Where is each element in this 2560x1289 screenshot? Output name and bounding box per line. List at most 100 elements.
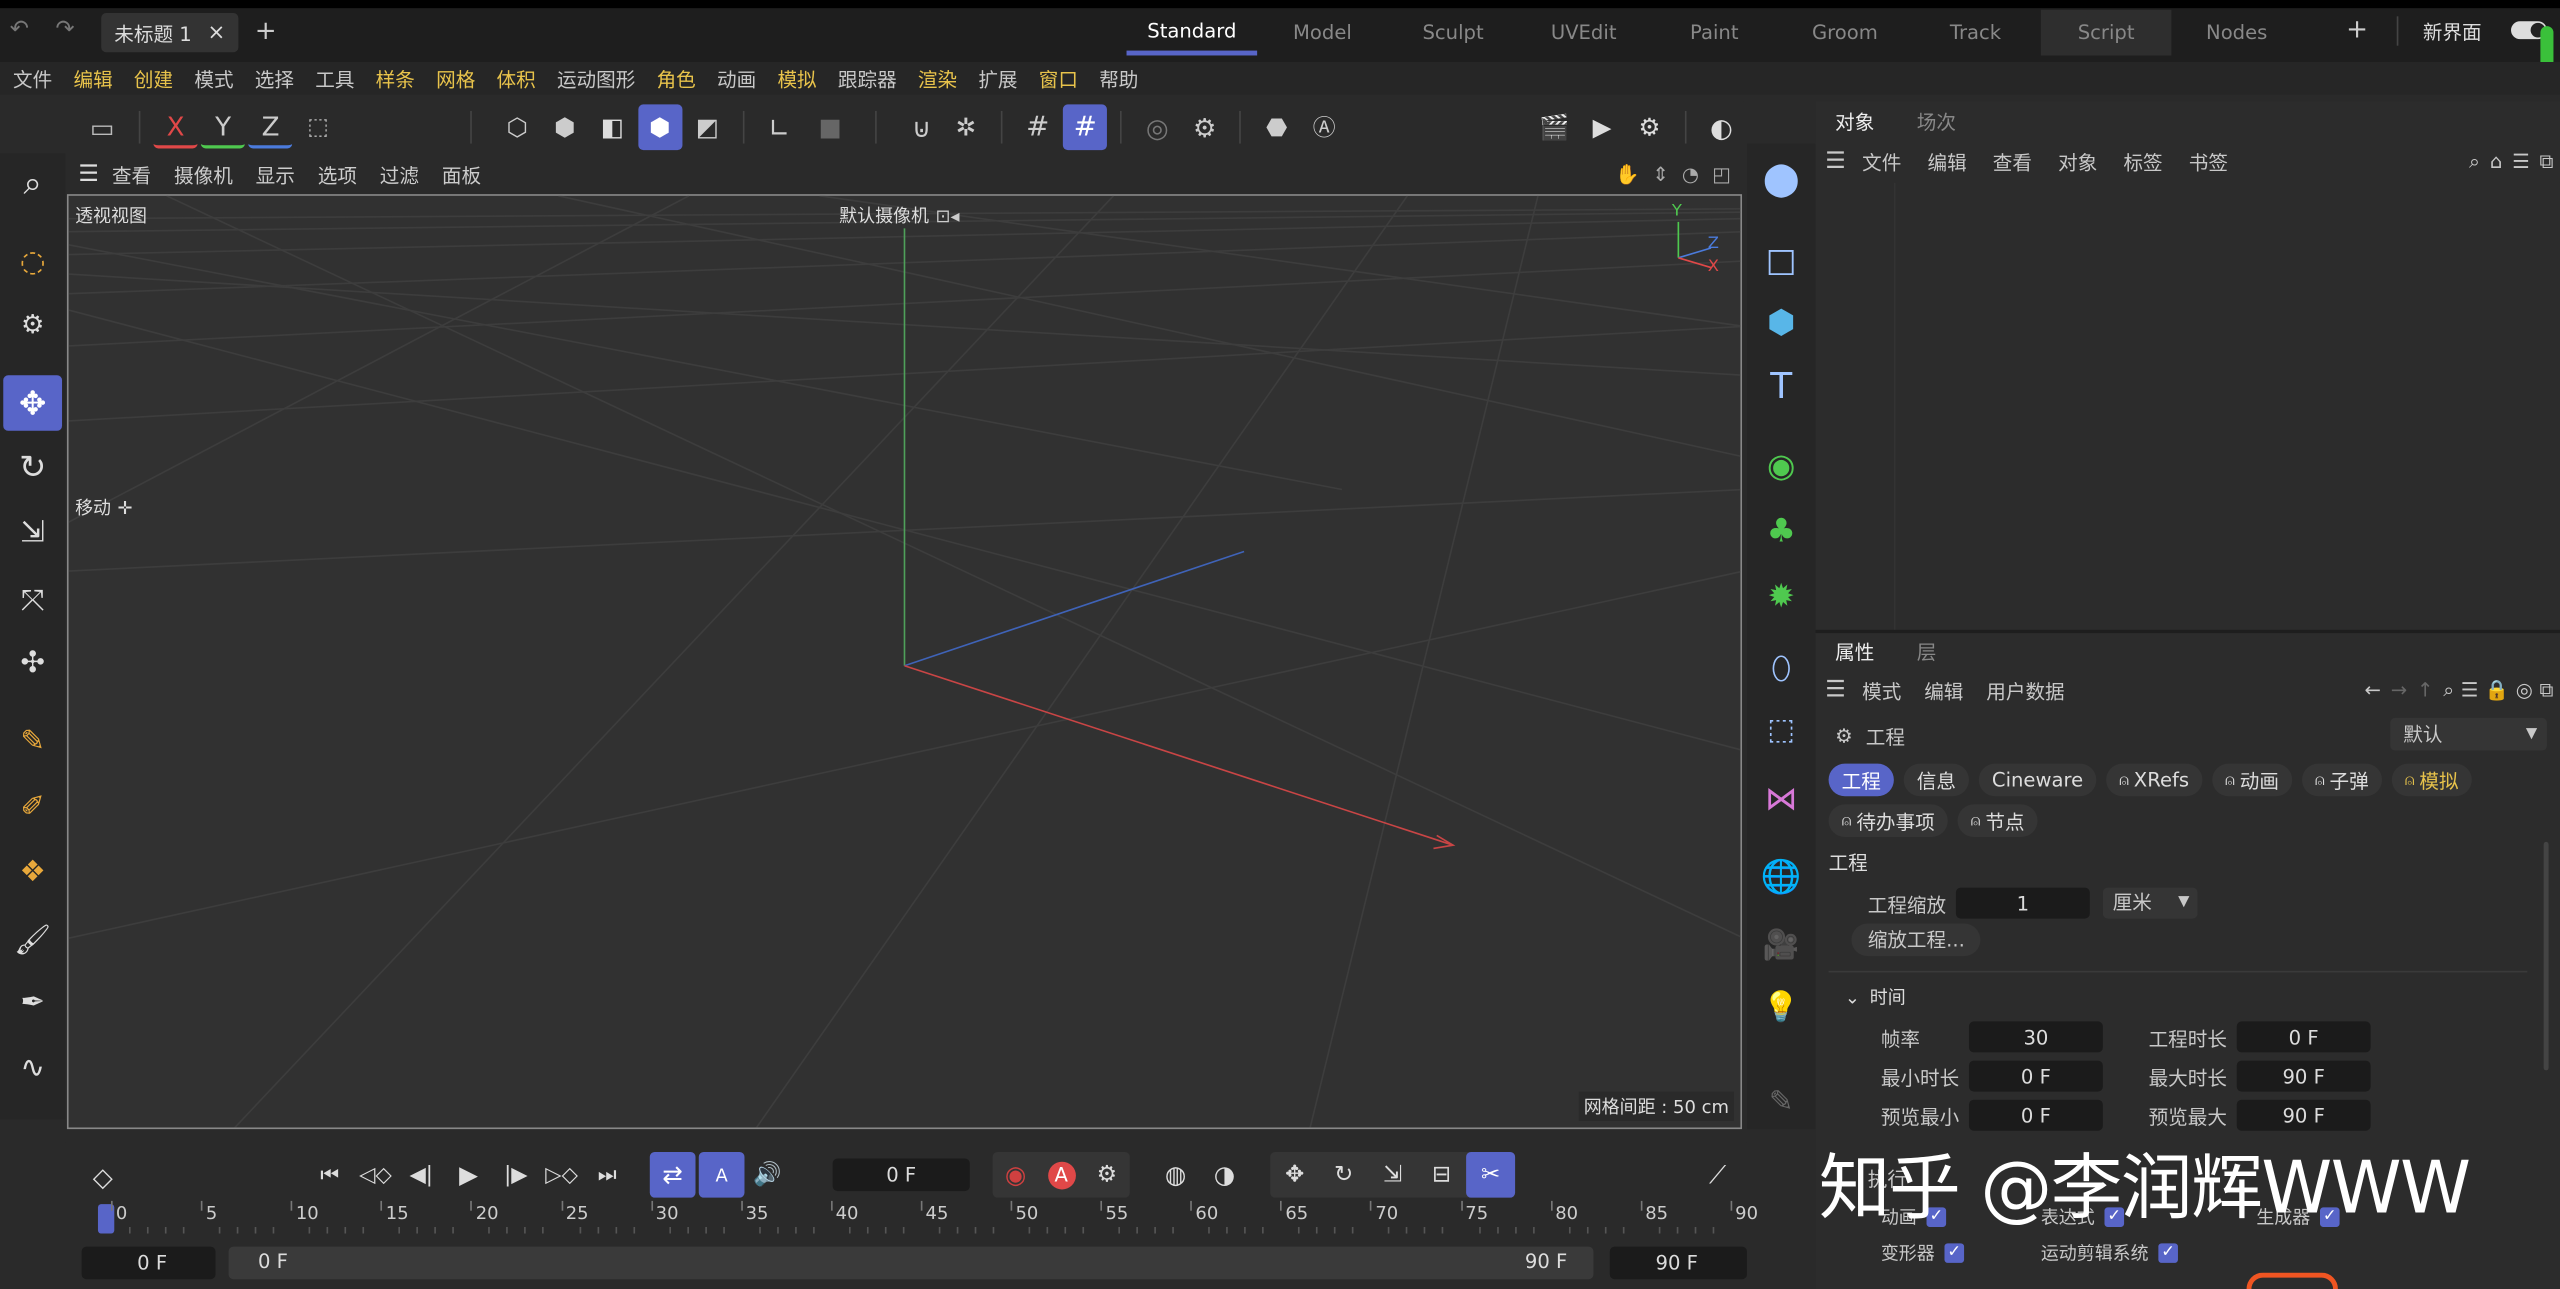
objects-menu-icon[interactable]: ☰ — [1825, 148, 1846, 174]
snap-icon[interactable]: ⊍ — [899, 104, 943, 150]
menu-0[interactable]: 文件 — [13, 64, 52, 92]
keyframe-icon[interactable]: ◇ — [82, 1155, 124, 1197]
time-section-header[interactable]: ⌄ 时间 — [1845, 984, 1906, 1010]
current-frame-field[interactable]: 0 F — [832, 1158, 970, 1192]
text-object-icon[interactable]: T — [1753, 359, 1809, 414]
attributes-menu-0[interactable]: 模式 — [1862, 676, 1901, 704]
soft-selection-icon[interactable]: ◎ — [1135, 104, 1179, 150]
execute-checkbox[interactable]: 变形器 ✓ — [1881, 1240, 1965, 1266]
time-field-input[interactable]: 0 F — [1968, 1060, 2103, 1092]
new-window-icon[interactable]: ⧉ — [2539, 678, 2553, 702]
position-key-icon[interactable]: ✥ — [1270, 1152, 1319, 1198]
spline-rectangle-icon[interactable]: □ — [1753, 232, 1809, 287]
mograph-icon[interactable]: ⋈ — [1753, 770, 1809, 825]
range-slider[interactable]: 0 F 90 F — [228, 1246, 1594, 1280]
pan-view-icon[interactable]: ✋ — [1615, 163, 1639, 186]
attributes-menu-icon[interactable]: ☰ — [1825, 677, 1846, 703]
sound-icon[interactable]: 🔊 — [744, 1152, 790, 1198]
lock-z-axis-button[interactable]: Z — [248, 106, 293, 149]
environment-icon[interactable]: 🌐 — [1753, 848, 1809, 903]
menu-11[interactable]: 动画 — [717, 64, 756, 92]
add-layout-button[interactable]: + — [2346, 13, 2368, 44]
unit-dropdown[interactable]: 厘米 ▼ — [2102, 887, 2198, 919]
autokey-icon[interactable]: A — [1038, 1152, 1084, 1198]
scale-tool-icon[interactable]: ⇲ — [7, 506, 59, 558]
cloner-tool-icon[interactable]: ❖ — [7, 845, 59, 897]
menu-13[interactable]: 跟踪器 — [838, 64, 897, 92]
camera-object-icon[interactable]: 🎥 — [1753, 917, 1809, 972]
playback-mode-icon[interactable]: A — [698, 1151, 745, 1198]
attr-tab-待办事项[interactable]: ⍝ 待办事项 — [1828, 804, 1948, 838]
up-arrow-icon[interactable]: ↑ — [2417, 679, 2433, 702]
menu-2[interactable]: 创建 — [134, 64, 173, 92]
live-viewer-icon[interactable]: ◐ — [1699, 104, 1743, 150]
timeline-window-icon[interactable]: ⟋ — [1695, 1152, 1741, 1198]
new-document-button[interactable]: + — [255, 15, 277, 46]
dolly-view-icon[interactable]: ⇕ — [1652, 163, 1668, 186]
menu-10[interactable]: 角色 — [657, 64, 696, 92]
new-window-icon[interactable]: ⧉ — [2539, 149, 2553, 173]
document-tab[interactable]: 未标题 1 × — [101, 13, 239, 53]
execute-checkbox[interactable]: 运动剪辑系统 ✓ — [2041, 1240, 2178, 1266]
viewport-menu-1[interactable]: 摄像机 — [174, 161, 233, 189]
next-frame-icon[interactable]: |▶ — [493, 1152, 539, 1198]
viewport-menu-5[interactable]: 面板 — [442, 161, 481, 189]
null-object-icon[interactable]: ⬤ — [1753, 150, 1809, 205]
rotation-key-icon[interactable]: ↻ — [1319, 1152, 1368, 1198]
redo-icon[interactable]: ↷ — [56, 16, 75, 42]
axis-mode-icon[interactable]: ∟ — [757, 104, 801, 150]
light-icon[interactable]: 💡 — [1753, 979, 1809, 1034]
objects-menu-3[interactable]: 对象 — [2058, 148, 2097, 176]
solo-mode-icon[interactable]: ■ — [808, 104, 852, 150]
effector-icon[interactable]: ✹ — [1753, 568, 1809, 623]
attr-tab-模拟[interactable]: ⍝ 模拟 — [2391, 763, 2472, 797]
attributes-menu-2[interactable]: 用户数据 — [1986, 676, 2064, 704]
object-list-area[interactable] — [1815, 182, 2560, 634]
layout-tab-standard[interactable]: Standard — [1126, 10, 1258, 56]
pen-tool-icon[interactable]: ✒ — [7, 976, 59, 1028]
attr-tab-子弹[interactable]: ⍝ 子弹 — [2301, 763, 2382, 797]
start-frame-field[interactable]: 0 F — [81, 1246, 216, 1280]
attr-tab-Cineware[interactable]: Cineware — [1978, 763, 2097, 797]
move-tool-icon[interactable]: ✥ — [3, 375, 63, 431]
cube-icon[interactable]: ⬢ — [1753, 294, 1809, 349]
objects-menu-2[interactable]: 查看 — [1993, 148, 2032, 176]
time-field-input[interactable]: 90 F — [2236, 1099, 2371, 1131]
menu-15[interactable]: 扩展 — [978, 64, 1017, 92]
preset-dropdown[interactable]: 默认 ▼ — [2390, 717, 2547, 751]
snap-settings-icon[interactable]: ✲ — [944, 104, 988, 150]
live-selection-icon[interactable]: ◌ — [7, 235, 59, 287]
previous-key-icon[interactable]: ◁◇ — [353, 1152, 399, 1198]
play-icon[interactable]: ▶ — [444, 1152, 493, 1198]
back-arrow-icon[interactable]: ← — [2365, 679, 2381, 702]
attr-tab-工程[interactable]: 工程 — [1828, 763, 1894, 797]
target-icon[interactable]: ◎ — [2516, 679, 2533, 702]
undo-icon[interactable]: ↶ — [10, 16, 29, 42]
attr-tab-节点[interactable]: ⍝ 节点 — [1957, 804, 2038, 838]
layout-tab-model[interactable]: Model — [1257, 10, 1388, 56]
record-icon[interactable]: ◉ — [993, 1152, 1039, 1198]
scale-project-button[interactable]: 缩放工程... — [1851, 923, 1982, 957]
viewport-menu-icon[interactable]: ☰ — [78, 162, 99, 188]
attr-tab-XRefs[interactable]: ⍝ XRefs — [2106, 763, 2203, 797]
search-icon[interactable]: ⌕ — [2443, 678, 2454, 702]
maximize-view-icon[interactable]: ◰ — [1712, 163, 1731, 186]
layout-tab-script[interactable]: Script — [2040, 9, 2172, 56]
project-scale-field[interactable]: 1 — [1955, 887, 2090, 919]
filter-icon[interactable]: ☰ — [2512, 150, 2530, 173]
undo-history-icon[interactable]: ▭ — [78, 104, 125, 150]
grid-snap-icon[interactable]: # — [1063, 104, 1108, 151]
time-field-input[interactable]: 0 F — [1968, 1099, 2103, 1131]
camera-label[interactable]: 默认摄像机 ⊡◂ — [839, 202, 959, 228]
tab-objects[interactable]: 对象 — [1835, 107, 1874, 135]
menu-9[interactable]: 运动图形 — [557, 64, 635, 92]
tab-attributes[interactable]: 属性 — [1835, 637, 1874, 665]
tab-takes[interactable]: 场次 — [1917, 107, 1956, 135]
paint-brush-icon[interactable]: 🖌 — [7, 914, 59, 966]
layout-tab-nodes[interactable]: Nodes — [2171, 10, 2302, 56]
menu-14[interactable]: 渲染 — [918, 64, 957, 92]
close-tab-icon[interactable]: × — [207, 20, 225, 44]
layout-tab-uvedit[interactable]: UVEdit — [1518, 10, 1649, 56]
modeling-settings-icon[interactable]: ⚙ — [1183, 104, 1227, 150]
orbit-view-icon[interactable]: ◔ — [1682, 163, 1699, 186]
